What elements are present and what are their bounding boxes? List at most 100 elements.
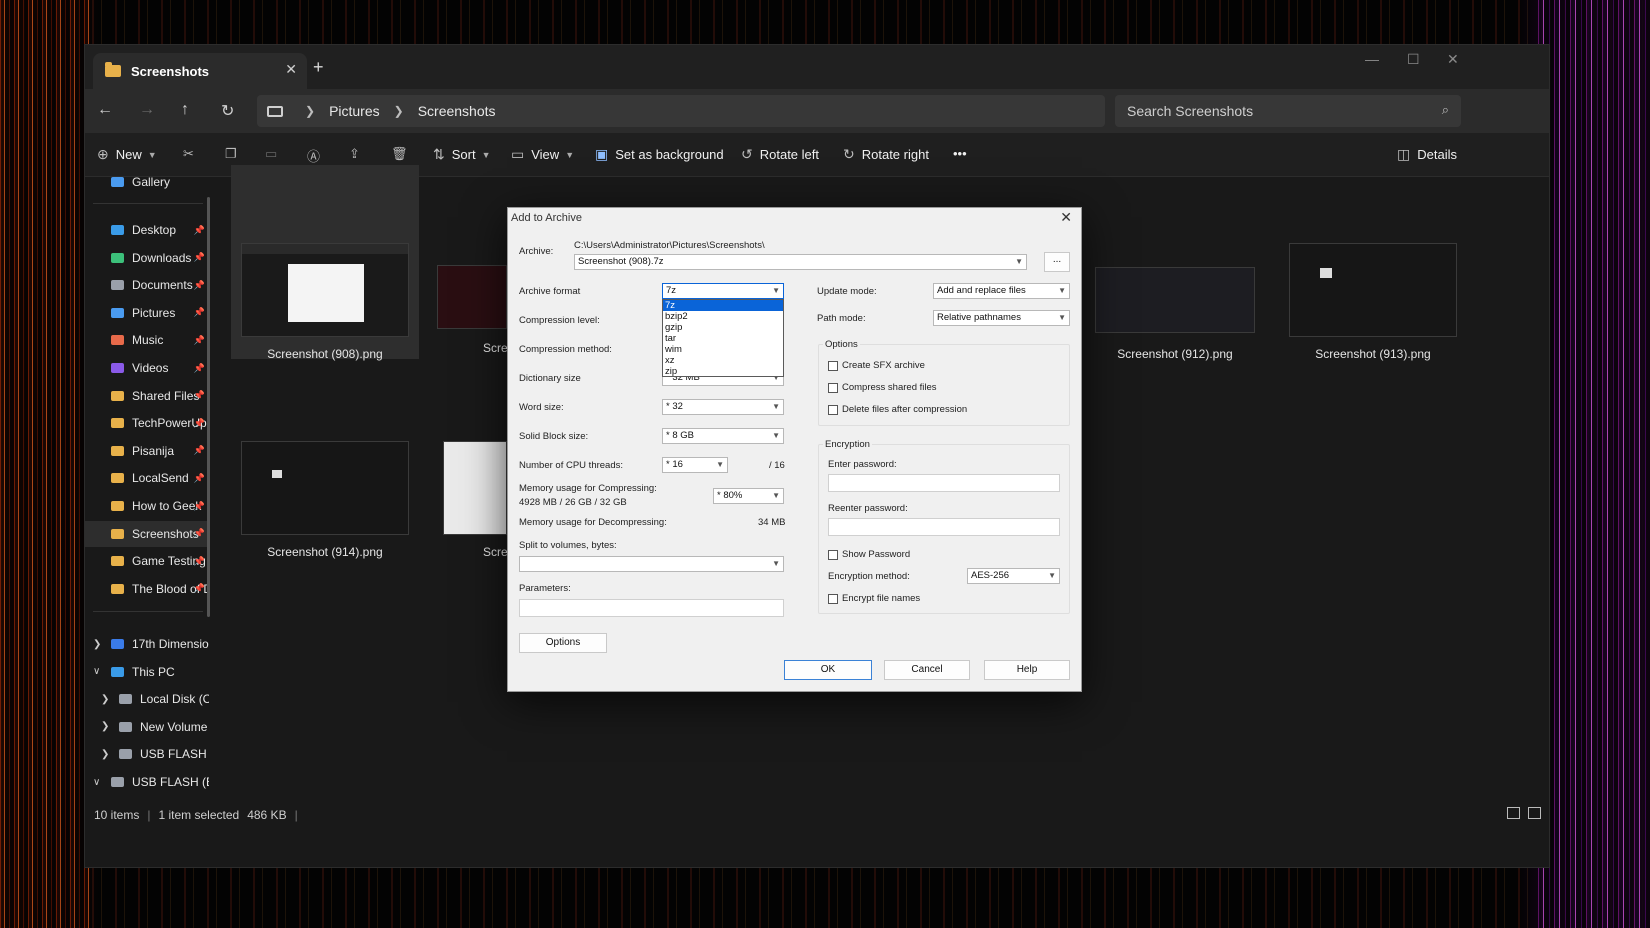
archive-name-input[interactable]: Screenshot (908).7z ▼ bbox=[574, 254, 1027, 270]
sidebar-item-pictures[interactable]: Pictures 📌 bbox=[85, 300, 209, 326]
encrypt-names-checkbox[interactable]: Encrypt file names bbox=[828, 593, 920, 604]
sidebar-item-shared-files[interactable]: Shared Files 📌 bbox=[85, 383, 209, 409]
format-option[interactable]: zip bbox=[663, 366, 783, 377]
set-as-background-button[interactable]: ▣ Set as background bbox=[595, 146, 724, 163]
sidebar-item-downloads[interactable]: Downloads 📌 bbox=[85, 245, 209, 271]
pin-icon[interactable]: 📌 bbox=[194, 363, 205, 374]
pin-icon[interactable]: 📌 bbox=[194, 556, 205, 567]
pin-icon[interactable]: 📌 bbox=[194, 445, 205, 456]
sidebar-item-the-blood-of-da[interactable]: The Blood of Da📌 bbox=[85, 576, 209, 602]
pin-icon[interactable]: 📌 bbox=[194, 280, 205, 291]
tree-item[interactable]: ❯ USB FLASH (E: bbox=[85, 741, 209, 767]
close-icon[interactable]: ✕ bbox=[1060, 209, 1072, 226]
sidebar-item-videos[interactable]: Videos 📌 bbox=[85, 355, 209, 381]
pin-icon[interactable]: 📌 bbox=[194, 225, 205, 236]
format-option[interactable]: bzip2 bbox=[663, 311, 783, 322]
archive-format-dropdown[interactable]: 7z bzip2 gzip tar wim xz zip bbox=[662, 299, 784, 377]
parameters-input[interactable] bbox=[519, 599, 784, 617]
view-button[interactable]: ▭ View ▼ bbox=[511, 146, 574, 163]
forward-arrow-icon[interactable]: → bbox=[139, 101, 155, 119]
tiles-view-icon[interactable] bbox=[1528, 807, 1541, 819]
reenter-password-input[interactable] bbox=[828, 518, 1060, 536]
path-mode-select[interactable]: Relative pathnames ▼ bbox=[933, 310, 1070, 326]
sidebar-item-techpowerup[interactable]: TechPowerUp 📌 bbox=[85, 410, 209, 436]
sidebar-item-gallery[interactable]: Gallery bbox=[85, 169, 209, 195]
pin-icon[interactable]: 📌 bbox=[194, 307, 205, 318]
pin-icon[interactable]: 📌 bbox=[194, 501, 205, 512]
tree-item[interactable]: ❯ Local Disk (C:) bbox=[85, 686, 209, 712]
tree-item[interactable]: ∨ USB FLASH (E:) bbox=[85, 769, 209, 795]
file-item[interactable]: Screenshot (912).png bbox=[1081, 165, 1269, 361]
rename-icon[interactable]: Ⓐ bbox=[307, 146, 320, 165]
maximize-button[interactable]: ☐ bbox=[1407, 51, 1420, 68]
create-sfx-checkbox[interactable]: Create SFX archive bbox=[828, 360, 925, 371]
pin-icon[interactable]: 📌 bbox=[194, 418, 205, 429]
compress-shared-checkbox[interactable]: Compress shared files bbox=[828, 382, 937, 393]
pin-icon[interactable]: 📌 bbox=[194, 252, 205, 263]
sidebar-item-music[interactable]: Music 📌 bbox=[85, 327, 209, 353]
close-tab-icon[interactable]: ✕ bbox=[285, 61, 297, 78]
sidebar-item-screenshots[interactable]: Screenshots 📌 bbox=[85, 520, 209, 547]
sidebar-item-game-testing[interactable]: Game Testing 📌 bbox=[85, 548, 209, 574]
sidebar-item-desktop[interactable]: Desktop 📌 bbox=[85, 217, 209, 243]
up-arrow-icon[interactable]: ↑ bbox=[181, 101, 189, 119]
rotate-left-button[interactable]: ↺ Rotate left bbox=[741, 146, 819, 163]
paste-icon[interactable]: ▭ bbox=[265, 146, 277, 162]
split-volumes-select[interactable]: ▼ bbox=[519, 556, 784, 572]
sidebar-item-localsend[interactable]: LocalSend 📌 bbox=[85, 465, 209, 491]
copy-icon[interactable]: ❐ bbox=[225, 146, 237, 162]
breadcrumb-pictures[interactable]: Pictures bbox=[329, 103, 380, 119]
pin-icon[interactable]: 📌 bbox=[194, 583, 205, 594]
new-tab-button[interactable]: + bbox=[313, 57, 324, 78]
cancel-button[interactable]: Cancel bbox=[884, 660, 970, 680]
sidebar-item-documents[interactable]: Documents 📌 bbox=[85, 272, 209, 298]
file-item[interactable]: Scree bbox=[437, 441, 517, 561]
memory-compress-select[interactable]: * 80% ▼ bbox=[713, 488, 784, 504]
file-item[interactable]: Screenshot (914).png bbox=[231, 441, 419, 561]
pin-icon[interactable]: 📌 bbox=[194, 335, 205, 346]
help-button[interactable]: Help bbox=[984, 660, 1070, 680]
search-input[interactable]: Search Screenshots ⌕ bbox=[1115, 95, 1461, 127]
rotate-right-button[interactable]: ↻ Rotate right bbox=[843, 146, 929, 163]
options-button[interactable]: Options bbox=[519, 633, 607, 653]
new-button[interactable]: ⊕ New ▼ bbox=[97, 146, 157, 163]
format-option[interactable]: wim bbox=[663, 344, 783, 355]
chevron-right-icon[interactable]: ❯ bbox=[101, 694, 109, 705]
sidebar-item-how-to-geek[interactable]: How to Geek 📌 bbox=[85, 493, 209, 519]
show-password-checkbox[interactable]: Show Password bbox=[828, 549, 910, 560]
sort-button[interactable]: ⇅ Sort ▼ bbox=[433, 146, 491, 163]
file-item[interactable]: Screenshot (908).png bbox=[231, 165, 419, 361]
checkbox[interactable] bbox=[828, 404, 838, 415]
details-button[interactable]: ◫ Details bbox=[1397, 146, 1457, 163]
file-item[interactable]: Screenshot (913).png bbox=[1279, 165, 1467, 361]
browse-button[interactable]: ... bbox=[1044, 252, 1070, 272]
tree-item[interactable]: ∨ This PC bbox=[85, 659, 209, 685]
chevron-down-icon[interactable]: ∨ bbox=[93, 777, 100, 788]
pin-icon[interactable]: 📌 bbox=[194, 473, 205, 484]
ok-button[interactable]: OK bbox=[784, 660, 872, 680]
chevron-right-icon[interactable]: ❯ bbox=[93, 639, 101, 650]
delete-after-checkbox[interactable]: Delete files after compression bbox=[828, 404, 967, 415]
password-input[interactable] bbox=[828, 474, 1060, 492]
chevron-right-icon[interactable]: ❯ bbox=[101, 721, 109, 732]
details-view-icon[interactable] bbox=[1507, 807, 1520, 819]
sidebar-item-pisanija[interactable]: Pisanija 📌 bbox=[85, 438, 209, 464]
format-option[interactable]: 7z bbox=[663, 300, 783, 311]
checkbox[interactable] bbox=[828, 549, 838, 560]
update-mode-select[interactable]: Add and replace files ▼ bbox=[933, 283, 1070, 299]
format-option[interactable]: tar bbox=[663, 333, 783, 344]
checkbox[interactable] bbox=[828, 593, 838, 604]
checkbox[interactable] bbox=[828, 360, 838, 371]
cpu-threads-select[interactable]: * 16 ▼ bbox=[662, 457, 728, 473]
close-window-button[interactable]: ✕ bbox=[1447, 51, 1459, 68]
breadcrumb[interactable]: ❯ Pictures ❯ Screenshots bbox=[257, 95, 1105, 127]
word-size-select[interactable]: * 32 ▼ bbox=[662, 399, 784, 415]
archive-format-select[interactable]: 7z ▼ bbox=[662, 283, 784, 299]
encryption-method-select[interactable]: AES-256 ▼ bbox=[967, 568, 1060, 584]
pin-icon[interactable]: 📌 bbox=[194, 528, 205, 539]
format-option[interactable]: gzip bbox=[663, 322, 783, 333]
chevron-down-icon[interactable]: ∨ bbox=[93, 666, 100, 677]
breadcrumb-screenshots[interactable]: Screenshots bbox=[418, 103, 496, 119]
file-item[interactable]: Scree bbox=[437, 165, 517, 359]
refresh-icon[interactable]: ↻ bbox=[221, 101, 234, 121]
